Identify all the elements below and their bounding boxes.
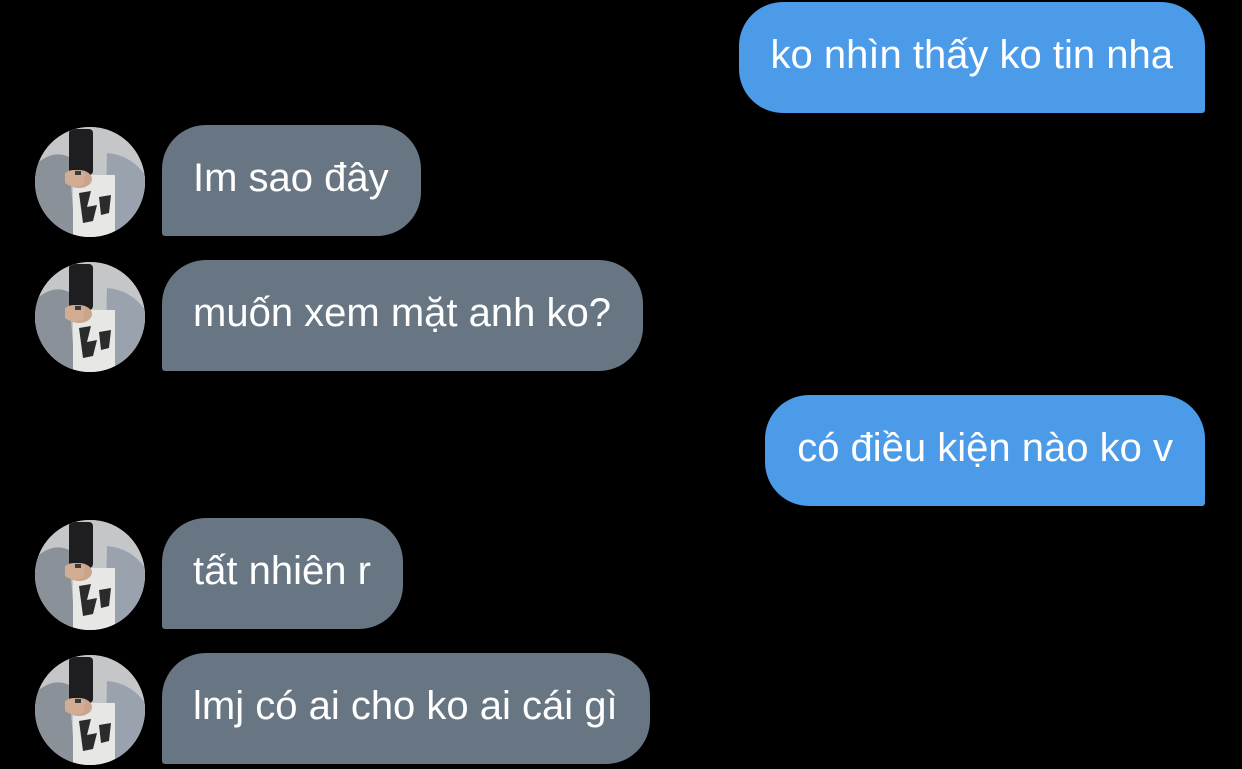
- message-row-outgoing: có điều kiện nào ko v: [0, 395, 1242, 506]
- selfie-avatar-icon: [35, 520, 145, 630]
- message-bubble-incoming[interactable]: Im sao đây: [162, 125, 421, 236]
- message-text: tất nhiên r: [193, 548, 371, 593]
- message-row-incoming: Im sao đây: [0, 125, 1242, 237]
- message-row-incoming: tất nhiên r: [0, 518, 1242, 630]
- chat-thread: ko nhìn thấy ko tin nha Im sao đây muốn …: [0, 0, 1242, 769]
- message-row-incoming: muốn xem mặt anh ko?: [0, 260, 1242, 372]
- message-text: ko nhìn thấy ko tin nha: [770, 32, 1174, 77]
- message-bubble-outgoing[interactable]: ko nhìn thấy ko tin nha: [738, 2, 1205, 113]
- message-text: Im sao đây: [193, 155, 389, 200]
- message-text: muốn xem mặt anh ko?: [193, 290, 611, 335]
- avatar[interactable]: [35, 262, 145, 372]
- message-row-incoming: lmj có ai cho ko ai cái gì: [0, 653, 1242, 765]
- message-row-outgoing: ko nhìn thấy ko tin nha: [0, 2, 1242, 113]
- message-text: lmj có ai cho ko ai cái gì: [193, 683, 618, 728]
- message-bubble-outgoing[interactable]: có điều kiện nào ko v: [765, 395, 1205, 506]
- message-text: có điều kiện nào ko v: [797, 425, 1173, 470]
- avatar[interactable]: [35, 655, 145, 765]
- selfie-avatar-icon: [35, 127, 145, 237]
- message-bubble-incoming[interactable]: tất nhiên r: [162, 518, 403, 629]
- avatar[interactable]: [35, 127, 145, 237]
- selfie-avatar-icon: [35, 655, 145, 765]
- message-bubble-incoming[interactable]: lmj có ai cho ko ai cái gì: [162, 653, 650, 764]
- selfie-avatar-icon: [35, 262, 145, 372]
- message-bubble-incoming[interactable]: muốn xem mặt anh ko?: [162, 260, 643, 371]
- avatar[interactable]: [35, 520, 145, 630]
